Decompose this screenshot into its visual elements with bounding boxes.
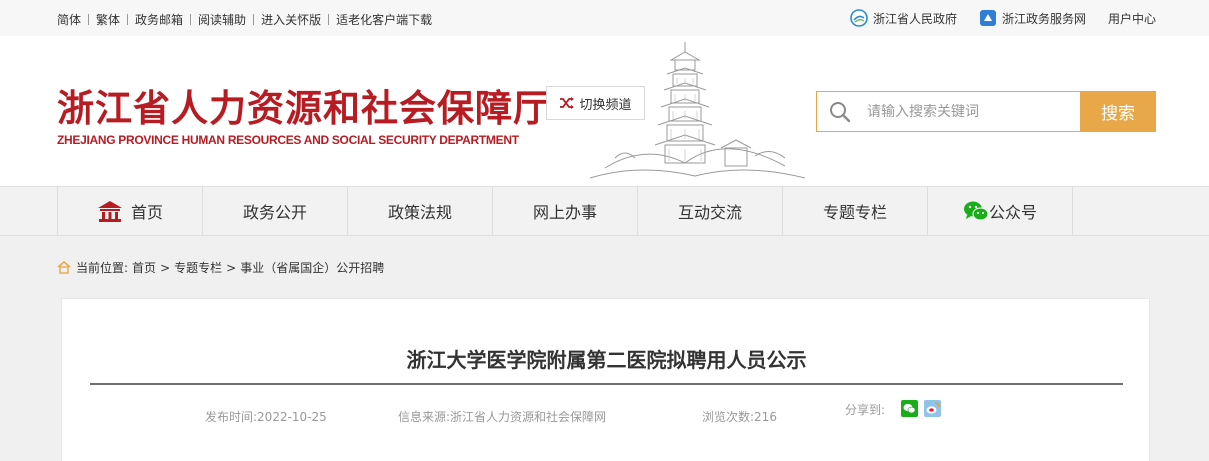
link-elderly-client-download[interactable]: 适老化客户端下载	[336, 11, 432, 28]
view-count: 浏览次数:216	[702, 410, 777, 424]
wechat-share-icon[interactable]	[901, 400, 918, 417]
switch-channel-label: 切换频道	[579, 97, 632, 113]
nav-item-special-topics[interactable]: 专题专栏	[783, 187, 928, 235]
user-center-link[interactable]: 用户中心	[1108, 10, 1156, 27]
article-title: 浙江大学医学院附属第二医院拟聘用人员公示	[406, 348, 807, 372]
search-input[interactable]	[863, 92, 1080, 131]
divider	[190, 14, 192, 25]
top-right-links: 浙江省人民政府 浙江政务服务网 用户中心	[850, 9, 1156, 27]
divider	[127, 14, 129, 25]
home-icon	[97, 201, 122, 222]
breadcrumb-special-topics[interactable]: 专题专栏	[174, 259, 222, 276]
breadcrumb-public-recruitment[interactable]: 事业（省属国企）公开招聘	[240, 259, 384, 276]
breadcrumb-home[interactable]: 首页	[132, 259, 156, 276]
nav-item-online-services[interactable]: 网上办事	[493, 187, 638, 235]
breadcrumb: 当前位置: 首页 > 专题专栏 > 事业（省属国企）公开招聘	[57, 259, 388, 276]
weibo-share-icon[interactable]	[924, 400, 941, 417]
share-label: 分享到:	[845, 403, 886, 417]
nav-home-label: 首页	[130, 203, 163, 222]
nav-item-gov-affairs[interactable]: 政务公开	[203, 187, 348, 235]
nav-item-official-account[interactable]: 公众号	[928, 187, 1073, 235]
main-nav: 首页 政务公开 政策法规 网上办事 互动交流 专题专栏 公众号	[0, 186, 1209, 236]
search-button[interactable]: 搜索	[1080, 91, 1156, 132]
nav-item-home[interactable]: 首页	[58, 187, 203, 235]
publish-time: 发布时间:2022-10-25	[205, 410, 327, 424]
link-traditional[interactable]: 繁体	[96, 11, 120, 28]
switch-channel-button[interactable]: 切换频道	[546, 86, 645, 120]
breadcrumb-separator: >	[226, 260, 237, 275]
zhejiang-gov-label: 浙江省人民政府	[872, 11, 957, 26]
nav-item-policies[interactable]: 政策法规	[348, 187, 493, 235]
breadcrumb-label: 当前位置:	[76, 261, 129, 275]
gov-service-link[interactable]: 浙江政务服务网	[979, 9, 1086, 27]
zhejiang-gov-link[interactable]: 浙江省人民政府	[850, 9, 957, 27]
gov-service-label: 浙江政务服务网	[1001, 11, 1086, 26]
breadcrumb-separator: >	[160, 260, 171, 275]
divider	[328, 14, 330, 25]
gov-service-icon	[979, 10, 996, 26]
site-title-cn[interactable]: 浙江省人力资源和社会保障厅	[57, 78, 551, 132]
top-links: 简体 繁体 政务邮箱 阅读辅助 进入关怀版 适老化客户端下载	[57, 11, 432, 28]
search-icon	[817, 92, 863, 131]
wechat-icon	[963, 201, 989, 221]
title-divider	[90, 383, 1123, 385]
nav-item-interaction[interactable]: 互动交流	[638, 187, 783, 235]
zhejiang-gov-icon	[850, 9, 868, 27]
link-care-version[interactable]: 进入关怀版	[261, 11, 321, 28]
search-box: 搜索	[816, 91, 1156, 132]
site-header: 浙江省人力资源和社会保障厅 ZHEJIANG PROVINCE HUMAN RE…	[0, 36, 1209, 186]
link-reading-aid[interactable]: 阅读辅助	[198, 11, 246, 28]
divider	[88, 14, 90, 25]
article-card: 浙江大学医学院附属第二医院拟聘用人员公示 发布时间:2022-10-25 信息来…	[61, 298, 1150, 461]
info-source: 信息来源:浙江省人力资源和社会保障网	[398, 410, 607, 424]
top-bar: 简体 繁体 政务邮箱 阅读辅助 进入关怀版 适老化客户端下载 浙江省人民政府 浙…	[0, 0, 1209, 36]
link-gov-mail[interactable]: 政务邮箱	[135, 11, 183, 28]
divider	[253, 14, 255, 25]
link-simplified[interactable]: 简体	[57, 11, 81, 28]
nav-official-account-label: 公众号	[988, 203, 1037, 222]
breadcrumb-home-icon	[57, 261, 71, 274]
site-title-en: ZHEJIANG PROVINCE HUMAN RESOURCES AND SO…	[57, 133, 519, 147]
shuffle-icon	[560, 97, 575, 109]
